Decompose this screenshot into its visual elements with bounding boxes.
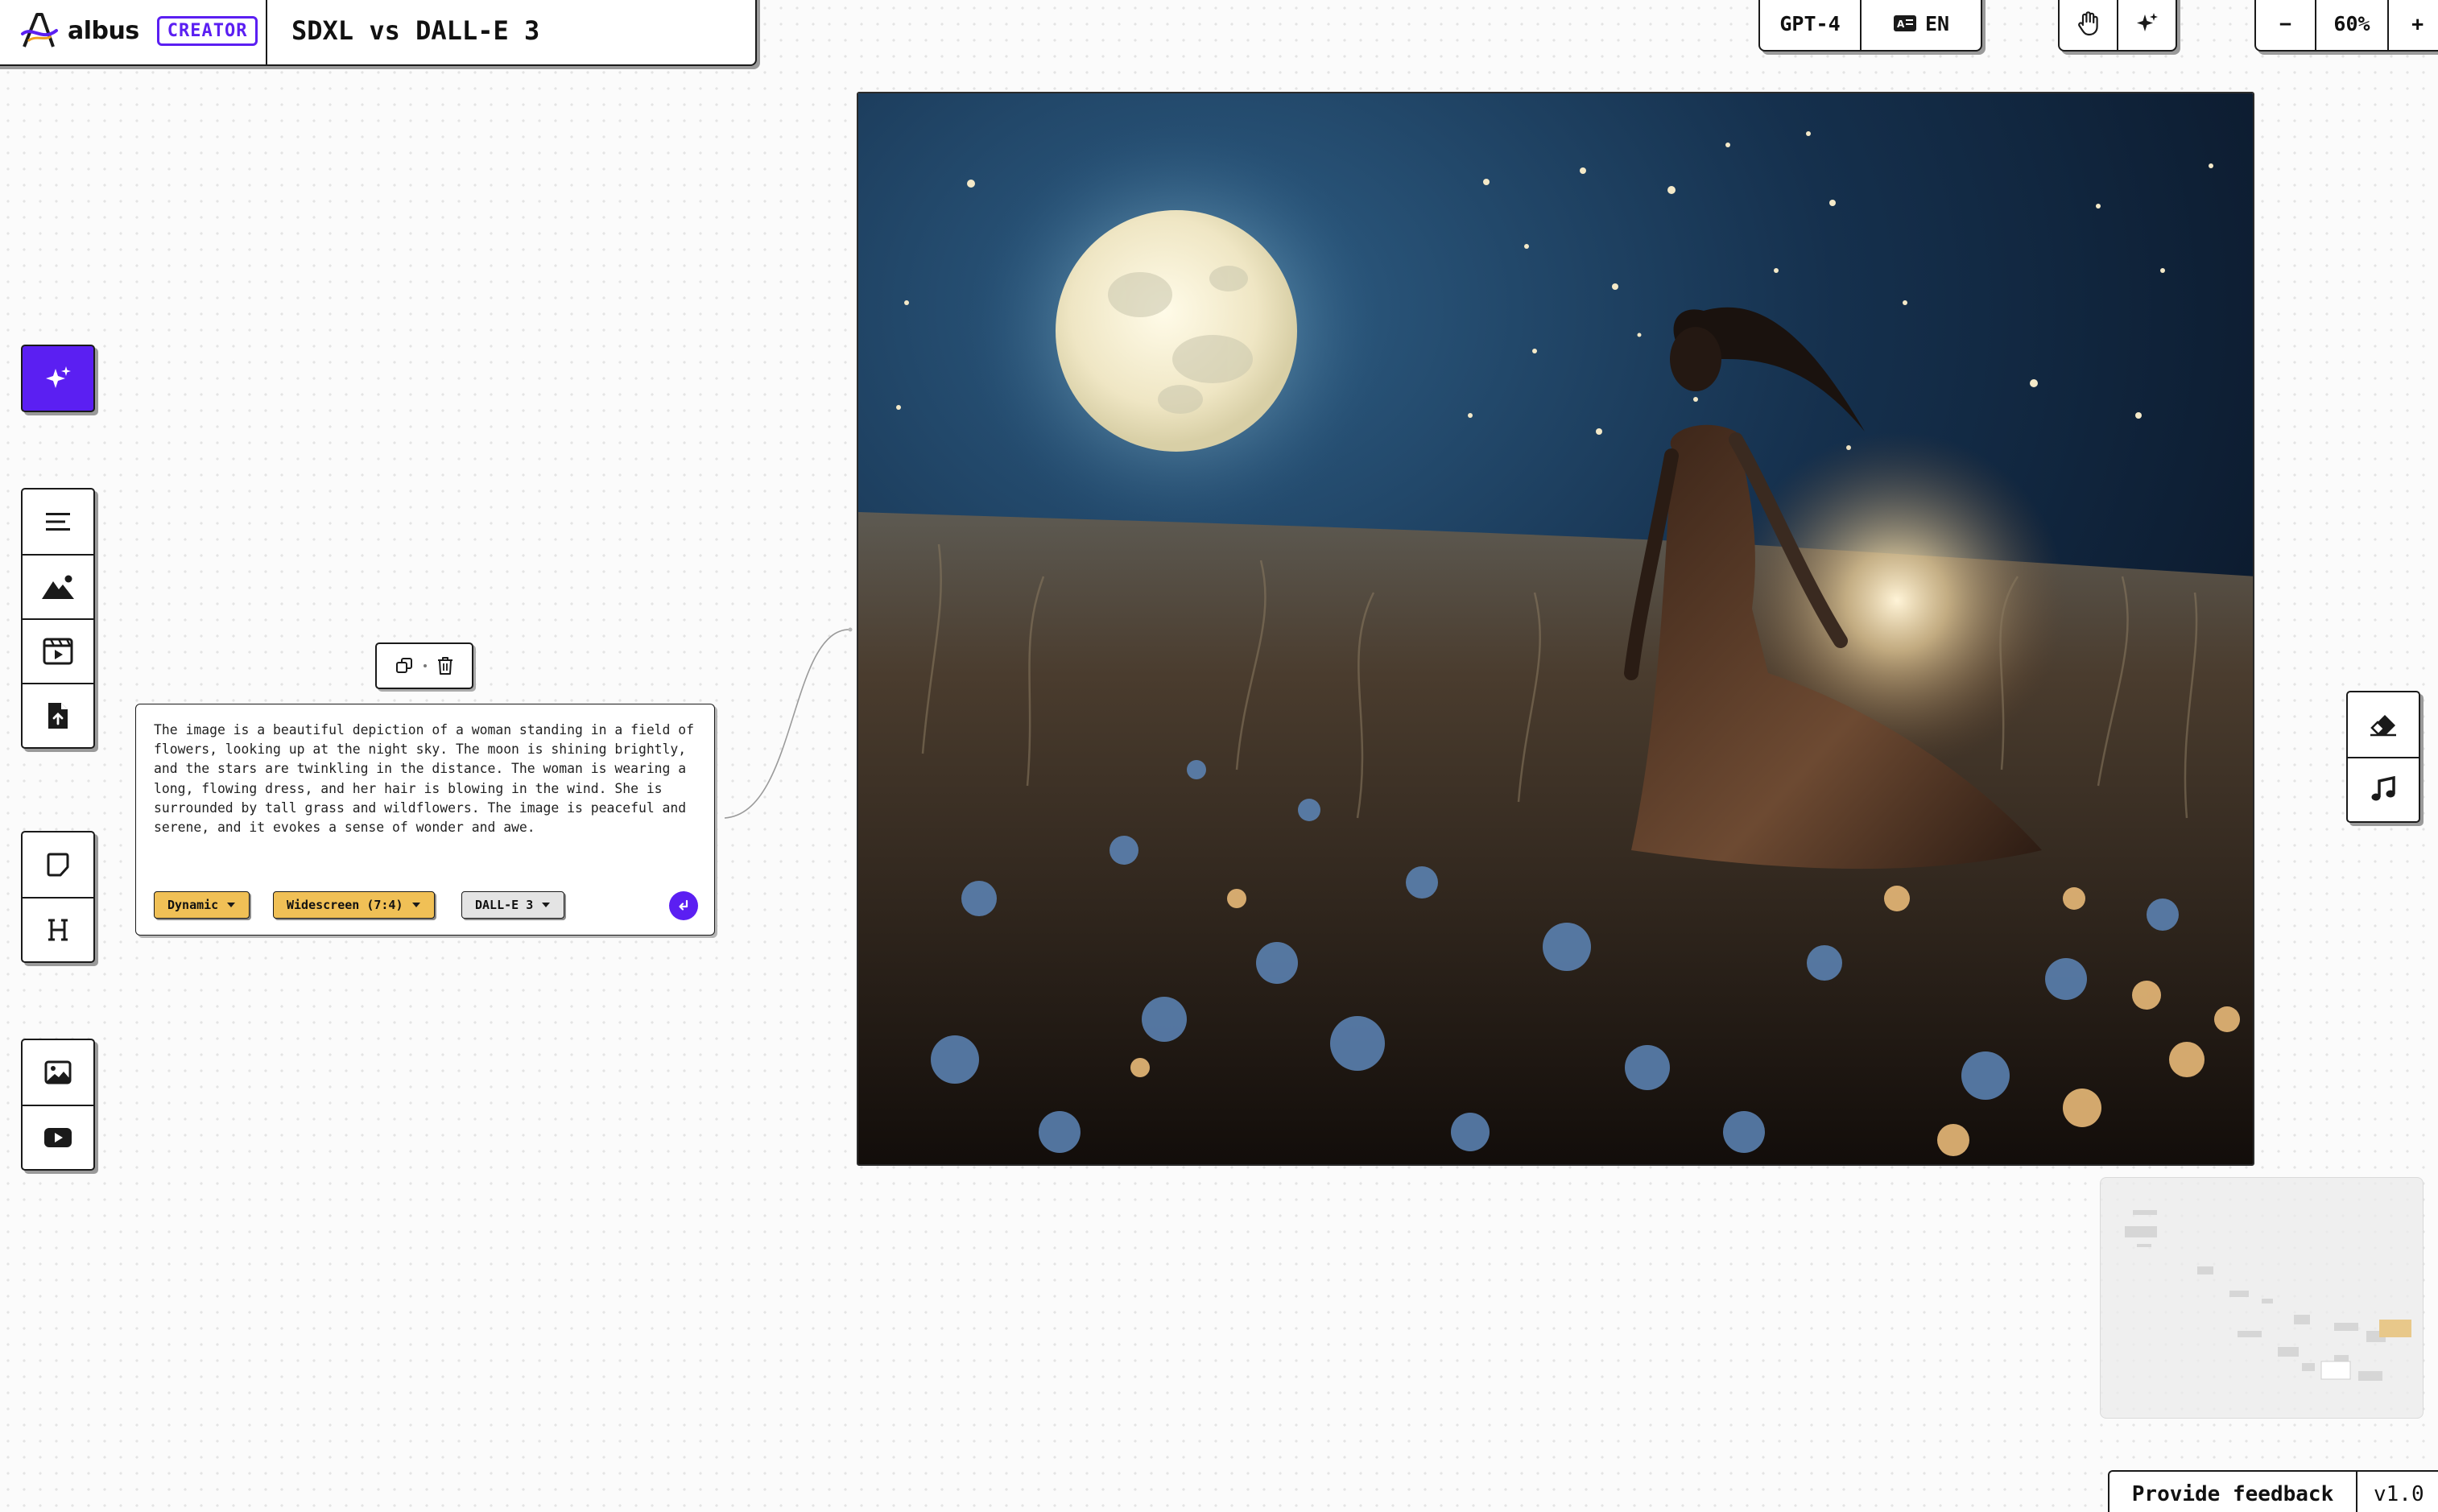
canvas-minimap[interactable] — [2100, 1177, 2424, 1419]
model-dropdown-label: DALL-E 3 — [475, 898, 534, 912]
generated-image[interactable] — [857, 92, 2254, 1166]
prompt-textarea[interactable]: The image is a beautiful depiction of a … — [154, 721, 698, 837]
submit-prompt-button[interactable] — [669, 891, 698, 920]
prompt-card: The image is a beautiful depiction of a … — [135, 704, 715, 936]
version-label: v1.0 — [2374, 1482, 2424, 1506]
caret-down-icon — [227, 903, 236, 907]
duplicate-icon[interactable] — [395, 656, 414, 675]
ratio-dropdown[interactable]: Widescreen (7:4) — [273, 891, 435, 919]
style-dropdown-label: Dynamic — [167, 898, 219, 912]
caret-down-icon — [542, 903, 551, 907]
enter-arrow-icon — [679, 899, 688, 911]
feedback-bar: Provide feedback v1.0 — [2108, 1470, 2438, 1512]
ratio-dropdown-label: Widescreen (7:4) — [287, 898, 403, 912]
style-dropdown[interactable]: Dynamic — [154, 891, 250, 919]
caret-down-icon — [411, 903, 420, 907]
trash-icon[interactable] — [436, 656, 454, 675]
minimap-nodes — [2125, 1210, 2411, 1381]
model-dropdown[interactable]: DALL-E 3 — [461, 891, 565, 919]
provide-feedback-button[interactable]: Provide feedback — [2109, 1472, 2357, 1512]
moonlit-field-illustration — [858, 93, 2253, 1164]
card-actions — [375, 642, 473, 689]
separator-dot — [424, 664, 427, 667]
